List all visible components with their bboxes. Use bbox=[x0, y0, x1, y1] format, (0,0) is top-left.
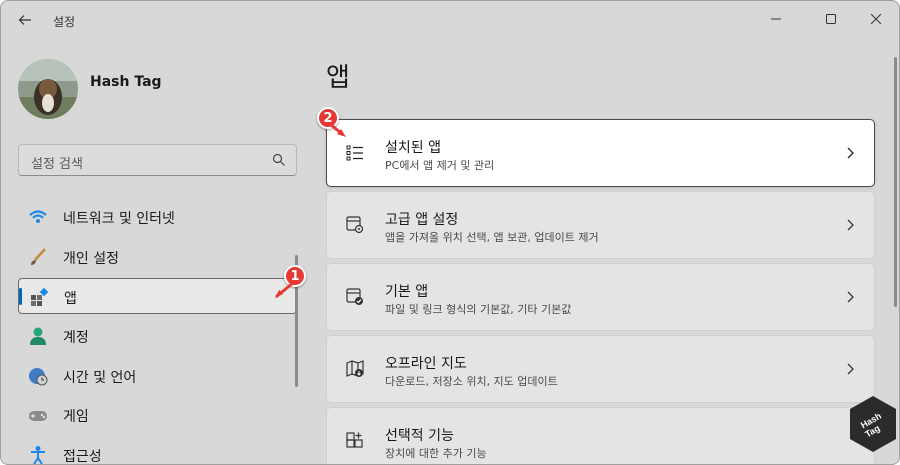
sidebar-item-apps[interactable]: 앱 bbox=[18, 278, 297, 314]
optional-features-icon bbox=[346, 432, 363, 448]
callout-arrow-2-icon bbox=[328, 122, 346, 137]
sidebar-item-label: 접근성 bbox=[63, 449, 102, 465]
app-settings-icon bbox=[346, 216, 364, 234]
card-description: PC에서 앱 제거 및 관리 bbox=[385, 159, 495, 172]
minimize-button[interactable] bbox=[753, 7, 799, 31]
sidebar-item-label: 개인 설정 bbox=[63, 251, 119, 267]
card-description: 파일 및 링크 형식의 기본값, 기타 기본값 bbox=[385, 303, 572, 316]
default-apps-icon bbox=[346, 288, 363, 305]
settings-window: 설정 Hash Tag 설정 검색 네트워크 및 인터넷 개인 설정 앱 계정 … bbox=[0, 0, 900, 465]
sidebar-item-label: 앱 bbox=[64, 291, 77, 307]
card-description: 앱을 가져올 위치 선택, 앱 보관, 업데이트 제거 bbox=[385, 231, 599, 244]
back-arrow-icon bbox=[18, 15, 31, 25]
chevron-right-icon bbox=[847, 219, 854, 231]
selection-indicator bbox=[19, 288, 22, 305]
card-description: 장치에 대한 추가 기능 bbox=[385, 447, 487, 460]
apps-icon bbox=[31, 287, 49, 306]
card-title: 고급 앱 설정 bbox=[385, 212, 459, 228]
card-title: 설치된 앱 bbox=[385, 140, 441, 156]
sidebar-item-gaming[interactable]: 게임 bbox=[18, 397, 297, 433]
maximize-button[interactable] bbox=[808, 7, 854, 31]
sidebar-item-label: 게임 bbox=[63, 409, 89, 425]
sidebar-item-accounts[interactable]: 계정 bbox=[18, 318, 297, 354]
minimize-icon bbox=[771, 18, 781, 20]
sidebar-item-network[interactable]: 네트워크 및 인터넷 bbox=[18, 199, 297, 235]
map-download-icon bbox=[346, 360, 364, 377]
globe-clock-icon bbox=[29, 368, 48, 386]
search-placeholder: 설정 검색 bbox=[31, 157, 83, 172]
window-title: 설정 bbox=[53, 15, 76, 29]
advanced-app-settings-card[interactable]: 고급 앱 설정 앱을 가져올 위치 선택, 앱 보관, 업데이트 제거 bbox=[326, 191, 875, 259]
callout-arrow-1-icon bbox=[275, 281, 295, 298]
optional-features-card[interactable]: 선택적 기능 장치에 대한 추가 기능 bbox=[326, 407, 875, 464]
chevron-right-icon bbox=[847, 147, 854, 159]
offline-maps-card[interactable]: 오프라인 지도 다운로드, 저장소 위치, 지도 업데이트 bbox=[326, 335, 875, 403]
accessibility-icon bbox=[31, 446, 45, 464]
card-title: 기본 앱 bbox=[385, 284, 429, 300]
sidebar-item-label: 계정 bbox=[63, 330, 89, 346]
card-description: 다운로드, 저장소 위치, 지도 업데이트 bbox=[385, 375, 558, 388]
installed-apps-card[interactable]: 설치된 앱 PC에서 앱 제거 및 관리 bbox=[326, 119, 875, 187]
sidebar-item-label: 네트워크 및 인터넷 bbox=[63, 211, 175, 227]
person-icon bbox=[30, 327, 46, 345]
sidebar-item-personalization[interactable]: 개인 설정 bbox=[18, 239, 297, 275]
hashtag-watermark-icon: Hash Tag bbox=[850, 396, 896, 452]
card-title: 선택적 기능 bbox=[385, 428, 454, 444]
close-icon bbox=[871, 14, 881, 24]
sidebar-item-label: 시간 및 언어 bbox=[63, 370, 137, 386]
back-button[interactable] bbox=[11, 9, 39, 31]
sidebar-item-time-language[interactable]: 시간 및 언어 bbox=[18, 358, 297, 394]
sidebar-item-accessibility[interactable]: 접근성 bbox=[18, 437, 297, 465]
search-input[interactable]: 설정 검색 bbox=[18, 144, 297, 176]
gamepad-icon bbox=[29, 411, 47, 421]
avatar[interactable] bbox=[18, 59, 78, 119]
avatar-image-icon bbox=[18, 59, 78, 119]
wifi-icon bbox=[29, 210, 47, 223]
list-icon bbox=[346, 145, 363, 161]
brush-icon bbox=[31, 248, 46, 265]
search-icon bbox=[272, 153, 285, 166]
user-name: Hash Tag bbox=[90, 74, 162, 90]
chevron-right-icon bbox=[847, 291, 854, 303]
default-apps-card[interactable]: 기본 앱 파일 및 링크 형식의 기본값, 기타 기본값 bbox=[326, 263, 875, 331]
chevron-right-icon bbox=[847, 363, 854, 375]
title-bar: 설정 bbox=[1, 1, 899, 39]
main-scrollbar[interactable] bbox=[894, 57, 897, 307]
card-title: 오프라인 지도 bbox=[385, 356, 467, 372]
close-button[interactable] bbox=[853, 7, 899, 31]
maximize-icon bbox=[826, 14, 836, 24]
page-title: 앱 bbox=[326, 63, 350, 93]
